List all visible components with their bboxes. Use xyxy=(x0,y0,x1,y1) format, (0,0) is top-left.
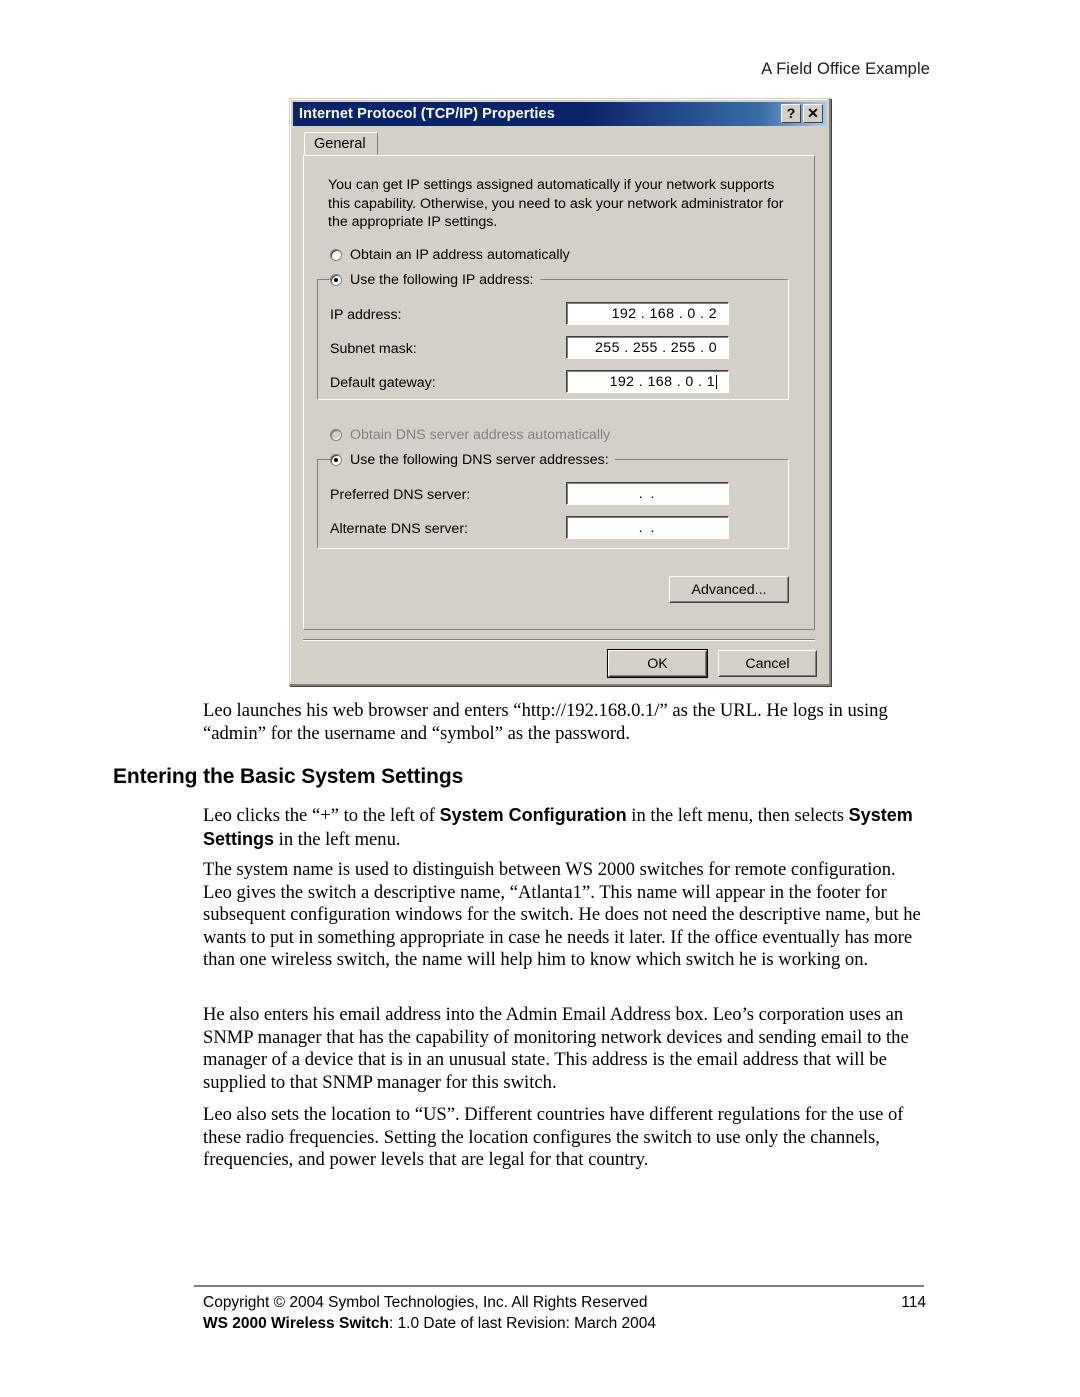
alternate-dns-input[interactable]: . . xyxy=(566,516,729,539)
cancel-button[interactable]: Cancel xyxy=(718,650,817,677)
advanced-button[interactable]: Advanced... xyxy=(669,576,789,603)
default-gateway-input[interactable]: 192 . 168 . 0 . 1 xyxy=(566,370,729,393)
radio-use-following-dns[interactable]: Use the following DNS server addresses: xyxy=(330,452,615,468)
paragraph-email: He also enters his email address into th… xyxy=(203,1004,909,1093)
ip-address-label: IP address: xyxy=(330,307,402,323)
text-caret xyxy=(716,374,717,389)
preferred-dns-input[interactable]: . . xyxy=(566,482,729,505)
clicks-pre: Leo clicks the “+” to the left of xyxy=(203,805,440,826)
radio-label: Use the following IP address: xyxy=(350,272,534,288)
subnet-mask-label: Subnet mask: xyxy=(330,341,417,357)
section-heading: Entering the Basic System Settings xyxy=(113,765,464,788)
close-icon[interactable]: ✕ xyxy=(803,104,823,123)
revision-text: : 1.0 Date of last Revision: March 2004 xyxy=(388,1315,657,1332)
footer-divider xyxy=(194,1285,924,1287)
radio-obtain-dns-automatically[interactable]: Obtain DNS server address automatically xyxy=(330,427,610,443)
clicks-bold-system-configuration: System Configuration xyxy=(439,805,627,825)
paragraph-browser: Leo launches his web browser and enters … xyxy=(203,700,888,744)
tab-general[interactable]: General xyxy=(304,132,378,156)
paragraph-system-name: The system name is used to distinguish b… xyxy=(203,859,921,971)
alternate-dns-label: Alternate DNS server: xyxy=(330,521,468,537)
ip-address-input[interactable]: 192 . 168 . 0 . 2 xyxy=(566,302,729,325)
page-running-header: A Field Office Example xyxy=(761,60,930,78)
product-name: WS 2000 Wireless Switch xyxy=(203,1315,389,1332)
subnet-mask-input[interactable]: 255 . 255 . 255 . 0 xyxy=(566,336,729,359)
general-tab-panel: You can get IP settings assigned automat… xyxy=(303,155,815,630)
dialog-titlebar: Internet Protocol (TCP/IP) Properties ? … xyxy=(293,102,826,126)
page-number: 114 xyxy=(901,1294,926,1311)
page-footer: Copyright © 2004 Symbol Technologies, In… xyxy=(203,1292,926,1334)
ok-button[interactable]: OK xyxy=(608,650,707,677)
dialog-title: Internet Protocol (TCP/IP) Properties xyxy=(299,106,555,122)
dialog-description: You can get IP settings assigned automat… xyxy=(328,177,784,230)
titlebar-buttons: ? ✕ xyxy=(781,104,823,123)
radio-use-following-ip[interactable]: Use the following IP address: xyxy=(330,272,540,288)
clicks-mid: in the left menu, then selects xyxy=(626,805,849,826)
help-icon[interactable]: ? xyxy=(781,104,801,123)
radio-circle-icon xyxy=(330,429,342,441)
footer-line-product: WS 2000 Wireless Switch: 1.0 Date of las… xyxy=(203,1313,926,1334)
default-gateway-value: 192 . 168 . 0 . 1 xyxy=(609,373,715,390)
tcpip-properties-dialog: Internet Protocol (TCP/IP) Properties ? … xyxy=(289,98,831,686)
radio-label: Obtain an IP address automatically xyxy=(350,247,570,263)
paragraph-clicks: Leo clicks the “+” to the left of System… xyxy=(203,804,926,851)
dialog-separator xyxy=(303,639,815,641)
radio-label: Use the following DNS server addresses: xyxy=(350,452,609,468)
radio-obtain-ip-automatically[interactable]: Obtain an IP address automatically xyxy=(330,247,570,263)
radio-circle-icon xyxy=(330,249,342,261)
default-gateway-label: Default gateway: xyxy=(330,375,436,391)
preferred-dns-label: Preferred DNS server: xyxy=(330,487,471,503)
copyright-text: Copyright © 2004 Symbol Technologies, In… xyxy=(203,1294,648,1311)
paragraph-location: Leo also sets the location to “US”. Diff… xyxy=(203,1104,904,1171)
radio-circle-icon xyxy=(330,454,342,466)
clicks-post: in the left menu. xyxy=(274,828,401,850)
radio-label: Obtain DNS server address automatically xyxy=(350,427,611,443)
footer-line-copyright: Copyright © 2004 Symbol Technologies, In… xyxy=(203,1292,926,1313)
radio-circle-icon xyxy=(330,274,342,286)
